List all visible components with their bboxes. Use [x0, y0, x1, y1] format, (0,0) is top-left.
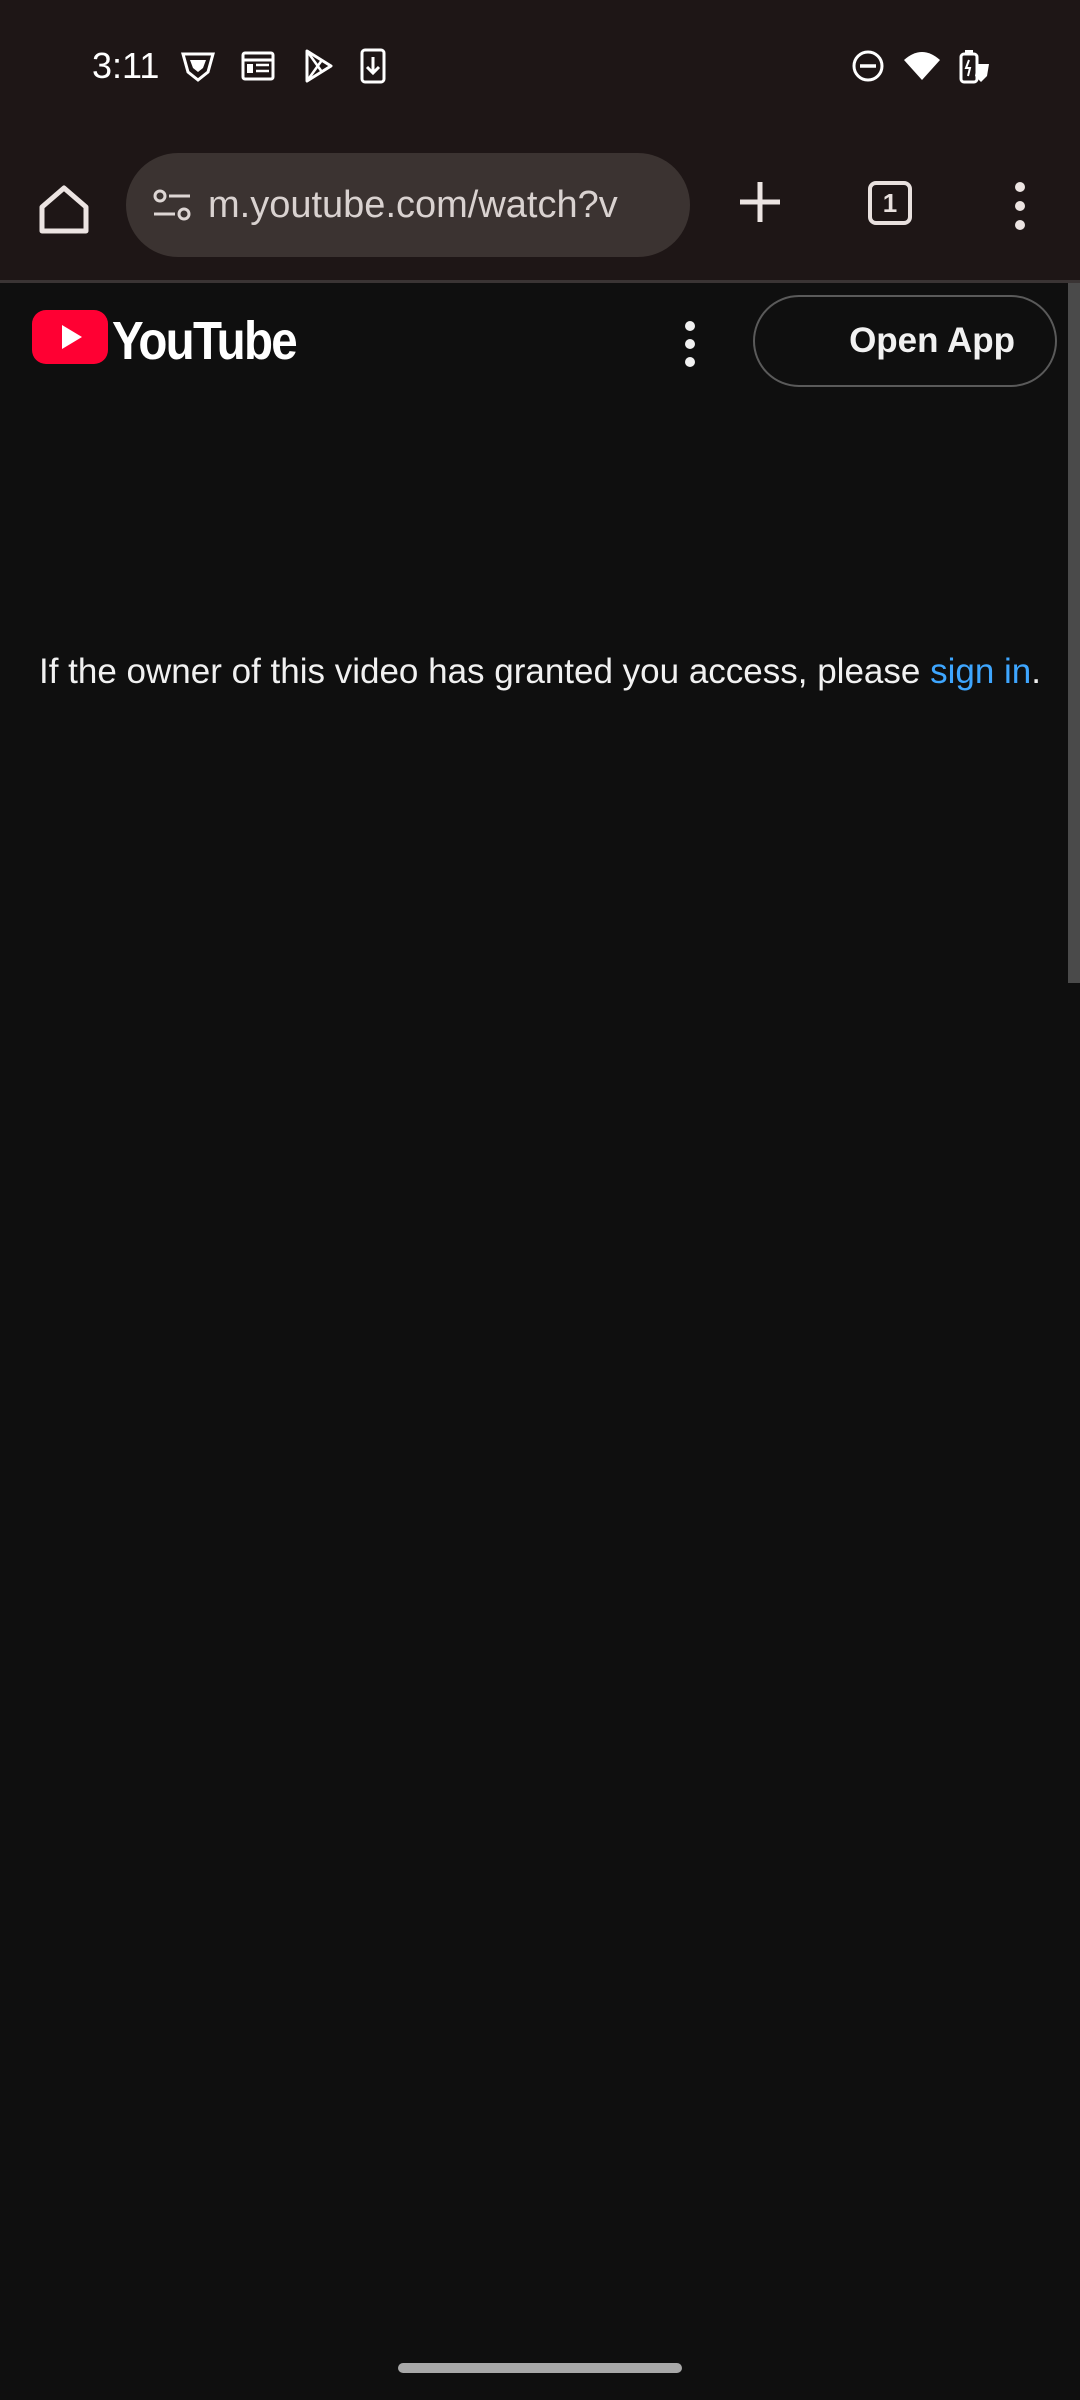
status-bar: 3:11	[0, 0, 1080, 135]
sign-in-link[interactable]: sign in	[930, 652, 1031, 691]
home-icon	[39, 185, 89, 234]
site-settings-icon[interactable]	[148, 181, 196, 229]
tab-switcher-button[interactable]: 1	[868, 181, 912, 225]
home-button[interactable]	[30, 175, 98, 243]
open-app-button[interactable]: Open App	[753, 295, 1057, 387]
battery-icon	[959, 50, 989, 84]
access-message-text: If the owner of this video has granted y…	[39, 652, 931, 691]
page-scrollbar[interactable]	[1068, 283, 1080, 983]
open-app-label: Open App	[849, 321, 1015, 360]
more-menu-icon	[1015, 182, 1025, 230]
address-bar[interactable]: m.youtube.com/watch?v	[126, 153, 690, 257]
download-icon	[360, 48, 386, 84]
new-tab-icon	[740, 182, 780, 222]
do-not-disturb-icon	[852, 50, 884, 82]
play-store-icon	[305, 49, 333, 83]
youtube-menu-button[interactable]	[670, 318, 710, 370]
youtube-wordmark[interactable]: YouTube	[112, 310, 298, 372]
gesture-nav-handle[interactable]	[398, 2363, 682, 2373]
more-menu-button[interactable]	[1000, 176, 1040, 236]
news-icon	[241, 51, 275, 81]
vpn-shield-icon	[181, 52, 215, 82]
status-time: 3:11	[92, 45, 160, 86]
new-tab-button[interactable]	[730, 172, 790, 232]
url-text[interactable]: m.youtube.com/watch?v	[208, 184, 668, 227]
youtube-logo-icon[interactable]	[32, 310, 108, 364]
more-vert-icon	[685, 321, 695, 367]
access-message: If the owner of this video has granted y…	[30, 650, 1050, 693]
wifi-icon	[904, 52, 940, 80]
message-period: .	[1031, 652, 1041, 691]
tab-count: 1	[882, 187, 898, 218]
